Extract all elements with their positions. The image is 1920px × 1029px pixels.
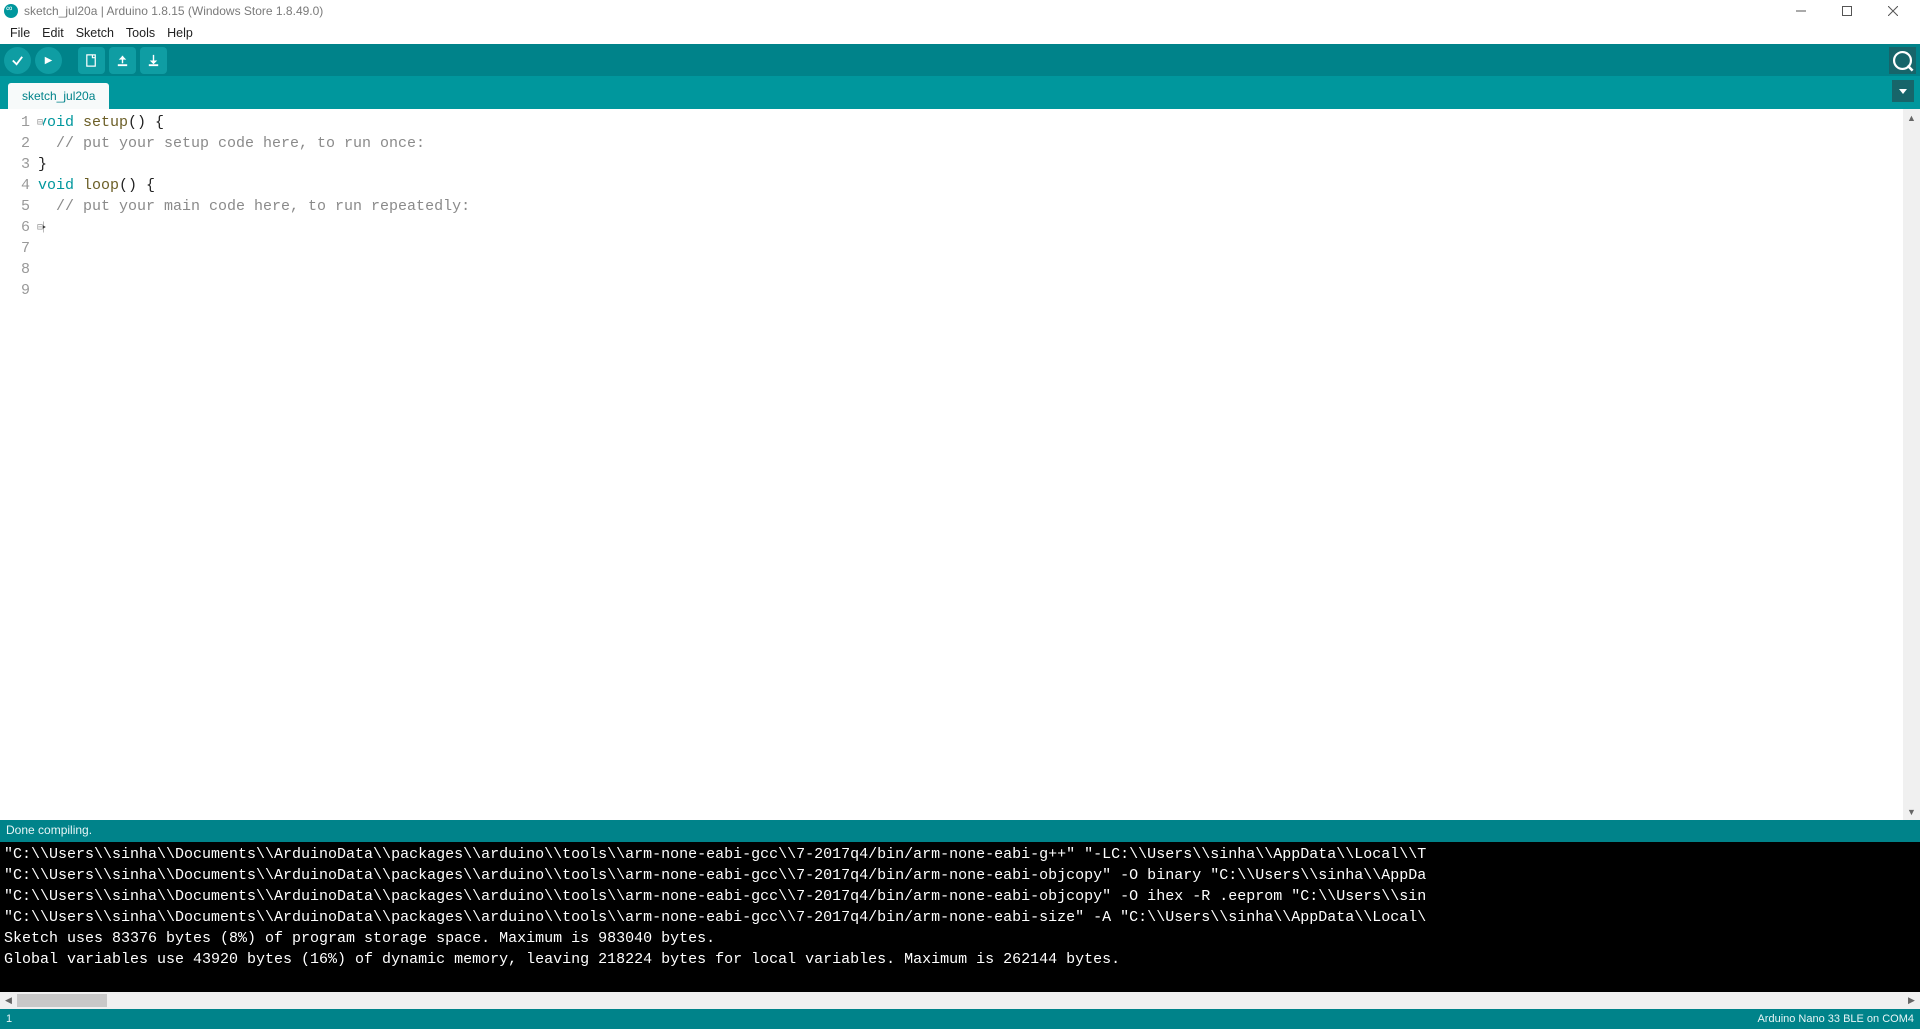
- maximize-button[interactable]: [1824, 0, 1870, 22]
- minimize-button[interactable]: [1778, 0, 1824, 22]
- scroll-thumb[interactable]: [17, 994, 107, 1007]
- editor-vertical-scrollbar[interactable]: ▲ ▼: [1903, 109, 1920, 820]
- console-horizontal-scrollbar[interactable]: ◀ ▶: [0, 992, 1920, 1009]
- toolbar: [0, 44, 1920, 76]
- save-button[interactable]: [140, 47, 167, 74]
- console-output[interactable]: "C:\\Users\\sinha\\Documents\\ArduinoDat…: [0, 842, 1920, 992]
- menu-edit[interactable]: Edit: [36, 24, 70, 42]
- upload-button[interactable]: [35, 47, 62, 74]
- bottom-status-bar: 1 Arduino Nano 33 BLE on COM4: [0, 1009, 1920, 1029]
- window-titlebar: sketch_jul20a | Arduino 1.8.15 (Windows …: [0, 0, 1920, 22]
- editor[interactable]: 123456789 void setup() { // put your set…: [0, 109, 1920, 820]
- menu-sketch[interactable]: Sketch: [70, 24, 120, 42]
- cursor-line-indicator: 1: [6, 1013, 12, 1025]
- tab-bar: sketch_jul20a: [0, 76, 1920, 109]
- menu-help[interactable]: Help: [161, 24, 199, 42]
- menu-file[interactable]: File: [4, 24, 36, 42]
- tab-menu-button[interactable]: [1892, 80, 1914, 102]
- scroll-track[interactable]: [17, 992, 1903, 1009]
- scroll-up-icon[interactable]: ▲: [1903, 109, 1920, 126]
- close-button[interactable]: [1870, 0, 1916, 22]
- compile-status-text: Done compiling.: [6, 823, 92, 837]
- new-button[interactable]: [78, 47, 105, 74]
- open-button[interactable]: [109, 47, 136, 74]
- scroll-down-icon[interactable]: ▼: [1903, 803, 1920, 820]
- arduino-app-icon: [4, 4, 18, 18]
- scroll-right-icon[interactable]: ▶: [1903, 992, 1920, 1009]
- window-title: sketch_jul20a | Arduino 1.8.15 (Windows …: [24, 4, 323, 18]
- serial-monitor-button[interactable]: [1889, 47, 1916, 74]
- compile-status-bar: Done compiling.: [0, 820, 1920, 842]
- editor-code[interactable]: void setup() { // put your setup code he…: [34, 109, 1903, 820]
- editor-gutter: 123456789: [0, 109, 34, 820]
- board-port-indicator: Arduino Nano 33 BLE on COM4: [1757, 1013, 1914, 1025]
- scroll-left-icon[interactable]: ◀: [0, 992, 17, 1009]
- menu-tools[interactable]: Tools: [120, 24, 161, 42]
- verify-button[interactable]: [4, 47, 31, 74]
- menubar: File Edit Sketch Tools Help: [0, 22, 1920, 44]
- tab-sketch[interactable]: sketch_jul20a: [8, 83, 109, 109]
